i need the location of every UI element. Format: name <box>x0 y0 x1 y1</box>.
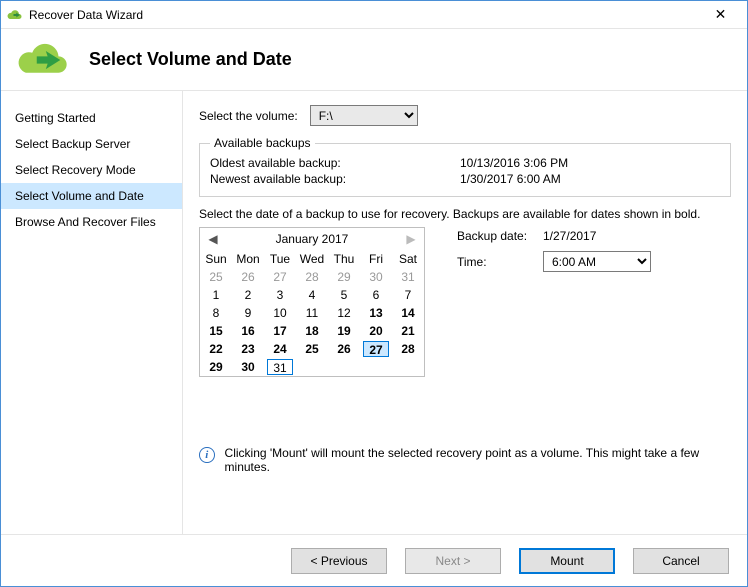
sidebar-item-select-backup-server[interactable]: Select Backup Server <box>1 131 182 157</box>
volume-label: Select the volume: <box>199 109 298 123</box>
calendar-day[interactable]: 9 <box>232 304 264 322</box>
calendar-day[interactable]: 29 <box>328 268 360 286</box>
calendar-day[interactable]: 19 <box>328 322 360 340</box>
calendar-day[interactable]: 20 <box>360 322 392 340</box>
calendar-day[interactable]: 7 <box>392 286 424 304</box>
calendar-day[interactable]: 25 <box>296 340 328 358</box>
calendar-dow: Tue <box>264 250 296 268</box>
wizard-window: Recover Data Wizard ✕ Select Volume and … <box>0 0 748 587</box>
sidebar-item-getting-started[interactable]: Getting Started <box>1 105 182 131</box>
calendar-day[interactable]: 30 <box>360 268 392 286</box>
calendar-day[interactable]: 24 <box>264 340 296 358</box>
calendar-day[interactable]: 26 <box>232 268 264 286</box>
calendar-day <box>360 358 392 376</box>
calendar-grid: SunMonTueWedThuFriSat 252627282930311234… <box>200 250 424 376</box>
wizard-header: Select Volume and Date <box>1 29 747 91</box>
calendar-dow: Sat <box>392 250 424 268</box>
calendar-day[interactable]: 6 <box>360 286 392 304</box>
previous-button[interactable]: < Previous <box>291 548 387 574</box>
calendar-dow: Wed <box>296 250 328 268</box>
sidebar-item-browse-and-recover-files[interactable]: Browse And Recover Files <box>1 209 182 235</box>
calendar-day[interactable]: 17 <box>264 322 296 340</box>
time-label: Time: <box>457 255 543 269</box>
oldest-backup-value: 10/13/2016 3:06 PM <box>460 156 568 170</box>
calendar-day[interactable]: 31 <box>392 268 424 286</box>
calendar-day[interactable]: 21 <box>392 322 424 340</box>
close-button[interactable]: ✕ <box>698 2 743 28</box>
calendar[interactable]: ◀ January 2017 ▶ SunMonTueWedThuFriSat 2… <box>199 227 425 377</box>
app-cloud-icon <box>7 7 23 23</box>
sidebar-item-select-recovery-mode[interactable]: Select Recovery Mode <box>1 157 182 183</box>
info-box: i Clicking 'Mount' will mount the select… <box>199 446 731 474</box>
mount-button[interactable]: Mount <box>519 548 615 574</box>
calendar-day[interactable]: 26 <box>328 340 360 358</box>
calendar-day[interactable]: 10 <box>264 304 296 322</box>
calendar-day[interactable]: 27 <box>264 268 296 286</box>
newest-backup-value: 1/30/2017 6:00 AM <box>460 172 561 186</box>
next-button: Next > <box>405 548 501 574</box>
calendar-prev-icon[interactable]: ◀ <box>206 232 220 246</box>
time-select[interactable]: 6:00 AM <box>543 251 651 272</box>
calendar-day[interactable]: 28 <box>392 340 424 358</box>
backup-date-label: Backup date: <box>457 229 543 243</box>
calendar-day[interactable]: 2 <box>232 286 264 304</box>
calendar-day[interactable]: 18 <box>296 322 328 340</box>
calendar-day[interactable]: 4 <box>296 286 328 304</box>
calendar-dow: Sun <box>200 250 232 268</box>
calendar-day <box>392 358 424 376</box>
oldest-backup-label: Oldest available backup: <box>210 156 460 170</box>
calendar-dow: Thu <box>328 250 360 268</box>
calendar-day[interactable]: 11 <box>296 304 328 322</box>
cancel-button[interactable]: Cancel <box>633 548 729 574</box>
calendar-day[interactable]: 25 <box>200 268 232 286</box>
calendar-day[interactable]: 28 <box>296 268 328 286</box>
calendar-day[interactable]: 13 <box>360 304 392 322</box>
calendar-day[interactable]: 15 <box>200 322 232 340</box>
calendar-day[interactable]: 30 <box>232 358 264 376</box>
wizard-footer: < Previous Next > Mount Cancel <box>1 534 747 586</box>
calendar-day[interactable]: 14 <box>392 304 424 322</box>
backup-date-value: 1/27/2017 <box>543 229 596 243</box>
calendar-day[interactable]: 5 <box>328 286 360 304</box>
calendar-day <box>328 358 360 376</box>
info-text: Clicking 'Mount' will mount the selected… <box>225 446 731 474</box>
instruction-text: Select the date of a backup to use for r… <box>199 207 731 221</box>
available-backups-group: Available backups Oldest available backu… <box>199 136 731 197</box>
info-icon: i <box>199 447 215 463</box>
calendar-day[interactable]: 8 <box>200 304 232 322</box>
calendar-day[interactable]: 12 <box>328 304 360 322</box>
main-panel: Select the volume: F:\ Available backups… <box>183 91 747 534</box>
calendar-day[interactable]: 3 <box>264 286 296 304</box>
page-title: Select Volume and Date <box>89 49 292 70</box>
window-title: Recover Data Wizard <box>29 8 698 22</box>
close-icon: ✕ <box>715 6 727 23</box>
titlebar: Recover Data Wizard ✕ <box>1 1 747 29</box>
calendar-day[interactable]: 22 <box>200 340 232 358</box>
calendar-dow: Mon <box>232 250 264 268</box>
calendar-month-label: January 2017 <box>276 232 349 246</box>
header-cloud-icon <box>15 40 73 80</box>
calendar-day[interactable]: 27 <box>360 340 392 358</box>
calendar-day[interactable]: 29 <box>200 358 232 376</box>
content-area: Getting Started Select Backup Server Sel… <box>1 91 747 534</box>
newest-backup-label: Newest available backup: <box>210 172 460 186</box>
calendar-day[interactable]: 23 <box>232 340 264 358</box>
calendar-dow: Fri <box>360 250 392 268</box>
calendar-day <box>296 358 328 376</box>
calendar-day[interactable]: 31 <box>264 358 296 376</box>
calendar-day[interactable]: 1 <box>200 286 232 304</box>
calendar-next-icon[interactable]: ▶ <box>404 232 418 246</box>
available-backups-legend: Available backups <box>210 136 315 150</box>
sidebar-item-select-volume-and-date[interactable]: Select Volume and Date <box>1 183 182 209</box>
wizard-sidebar: Getting Started Select Backup Server Sel… <box>1 91 183 534</box>
volume-select[interactable]: F:\ <box>310 105 418 126</box>
calendar-day[interactable]: 16 <box>232 322 264 340</box>
